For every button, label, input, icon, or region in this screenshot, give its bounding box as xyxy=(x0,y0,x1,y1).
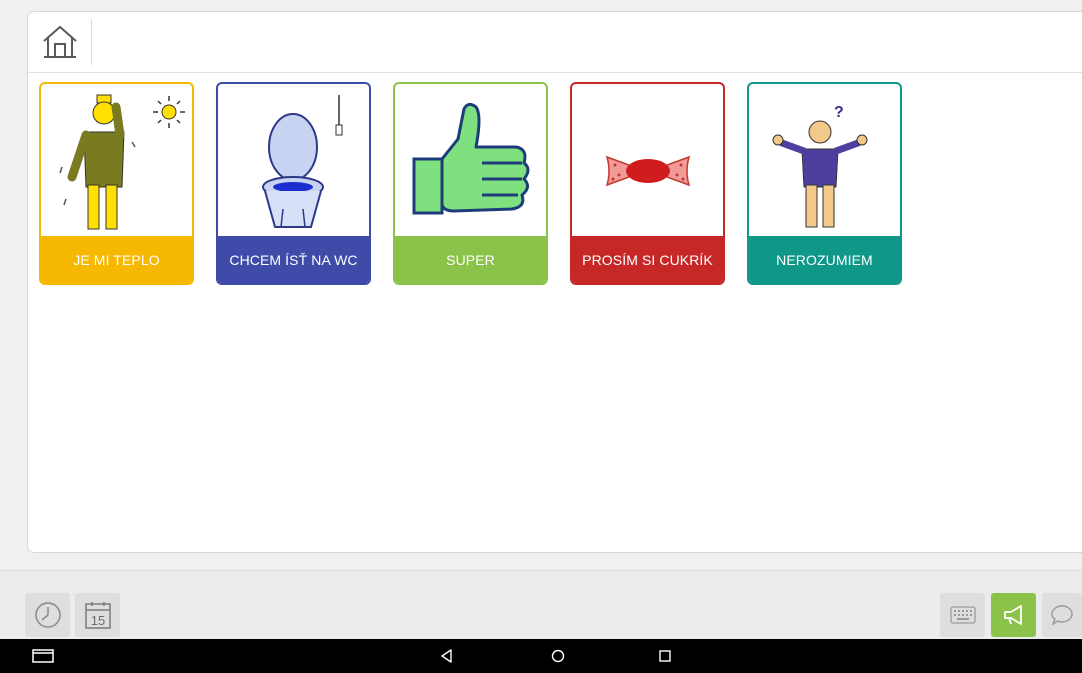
calendar-day: 15 xyxy=(90,613,104,628)
clock-icon xyxy=(34,602,61,628)
keyboard-button[interactable] xyxy=(940,593,985,637)
card-je-mi-teplo[interactable]: JE MI TEPLO xyxy=(39,82,194,285)
nav-home-button[interactable] xyxy=(538,639,578,673)
bottom-toolbar: 15 xyxy=(0,570,1082,640)
clock-button[interactable] xyxy=(25,593,70,637)
speech-button[interactable] xyxy=(1042,593,1082,637)
overview-button[interactable] xyxy=(645,639,685,673)
card-chcem-ist-na-wc[interactable]: CHCEM ÍSŤ NA WC xyxy=(216,82,371,285)
keyboard-icon xyxy=(949,606,976,624)
speech-bubble-icon xyxy=(1051,605,1073,626)
card-super[interactable]: SUPER xyxy=(393,82,548,285)
card-label: SUPER xyxy=(395,236,546,283)
circle-home-icon xyxy=(551,649,565,663)
back-icon xyxy=(441,649,452,663)
back-button[interactable] xyxy=(427,639,467,673)
recents-button[interactable] xyxy=(23,639,63,673)
home-icon xyxy=(43,25,77,58)
calendar-button[interactable]: 15 xyxy=(75,593,120,637)
sun-icon xyxy=(152,96,185,128)
hot-person-picture xyxy=(41,84,192,240)
toolbar-divider xyxy=(91,19,92,65)
toilet-picture xyxy=(218,84,369,240)
speak-button[interactable] xyxy=(991,593,1036,637)
thumbs-up-picture xyxy=(395,84,546,240)
recents-icon xyxy=(32,649,54,663)
system-navigation-bar xyxy=(0,639,1082,673)
communication-board: JE MI TEPLO CHCEM ÍSŤ NA WC SUPER PROSÍM… xyxy=(27,11,1082,553)
question-mark: ? xyxy=(834,104,844,121)
board-toolbar xyxy=(28,12,1082,73)
card-label: PROSÍM SI CUKRÍK xyxy=(572,236,723,283)
megaphone-icon xyxy=(1003,605,1022,625)
card-nerozumiem[interactable]: ? NEROZUMIEM xyxy=(747,82,902,285)
candy-picture xyxy=(572,84,723,240)
calendar-icon: 15 xyxy=(84,602,111,629)
card-prosim-si-cukrik[interactable]: PROSÍM SI CUKRÍK xyxy=(570,82,725,285)
card-label: JE MI TEPLO xyxy=(41,236,192,283)
home-button[interactable] xyxy=(36,20,84,64)
card-label: NEROZUMIEM xyxy=(749,236,900,283)
confused-person-picture: ? xyxy=(749,84,900,240)
square-icon xyxy=(659,650,671,662)
card-label: CHCEM ÍSŤ NA WC xyxy=(218,236,369,283)
